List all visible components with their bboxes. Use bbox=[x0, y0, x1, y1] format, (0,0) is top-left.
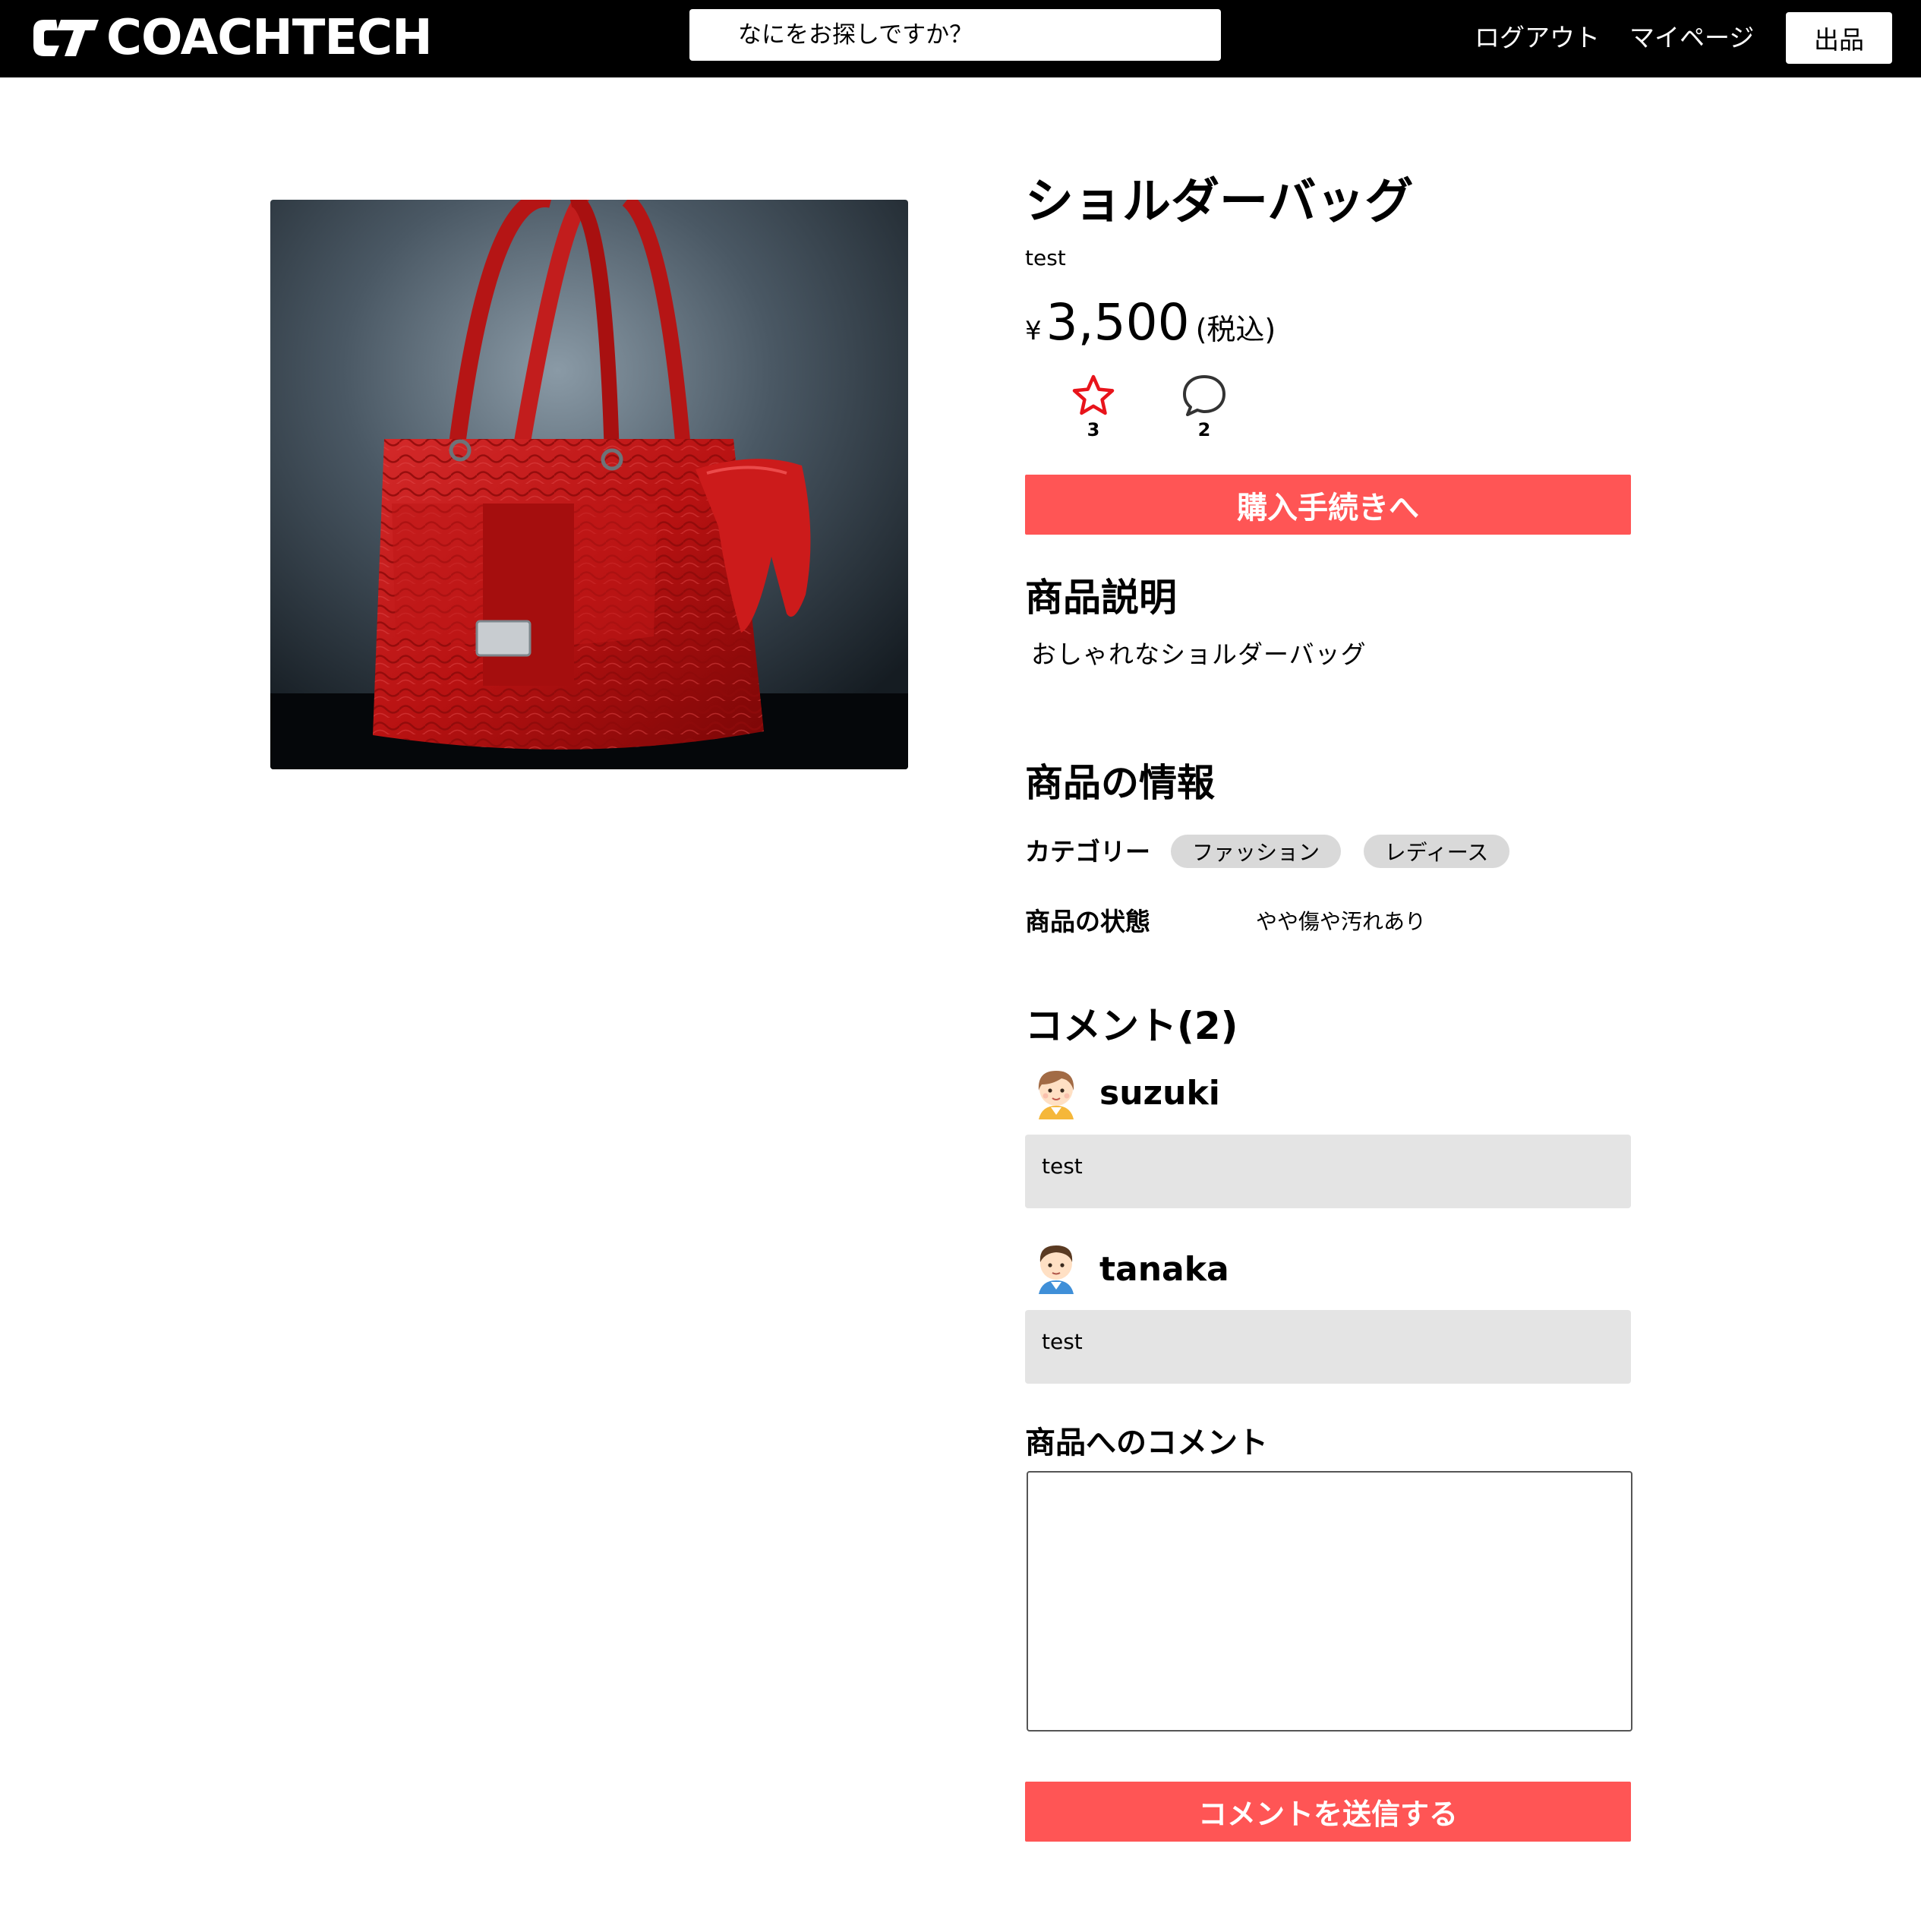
product-title: ショルダーバッグ bbox=[1025, 174, 1414, 230]
sell-button[interactable]: 出品 bbox=[1786, 12, 1892, 64]
logo[interactable]: COACHTECH bbox=[32, 10, 433, 66]
logo-text: COACHTECH bbox=[106, 10, 433, 66]
comment-textarea[interactable] bbox=[1027, 1471, 1632, 1732]
star-icon bbox=[1072, 374, 1115, 415]
avatar bbox=[1038, 1071, 1074, 1119]
category-chip: ファッション bbox=[1171, 835, 1341, 868]
info-heading: 商品の情報 bbox=[1025, 761, 1215, 805]
price-currency: ¥ bbox=[1025, 316, 1042, 346]
comment-username: suzuki bbox=[1099, 1074, 1220, 1113]
logo-mark-icon bbox=[33, 20, 99, 56]
product-image bbox=[270, 200, 908, 769]
purchase-button[interactable]: 購入手続きへ bbox=[1025, 475, 1631, 535]
category-chip: レディース bbox=[1364, 835, 1509, 868]
like-button[interactable]: 3 bbox=[1063, 374, 1124, 440]
mypage-link[interactable]: マイページ bbox=[1629, 20, 1754, 56]
comment-body: test bbox=[1025, 1135, 1631, 1208]
category-label: カテゴリー bbox=[1025, 837, 1150, 867]
comment-count-button[interactable]: 2 bbox=[1174, 374, 1235, 440]
condition-value: やや傷や汚れあり bbox=[1256, 909, 1427, 934]
price-tax-label: (税込) bbox=[1195, 313, 1276, 346]
comment-form-label: 商品へのコメント bbox=[1025, 1425, 1268, 1460]
price-value: 3,500 bbox=[1046, 293, 1190, 352]
avatar bbox=[1039, 1245, 1074, 1294]
logout-link[interactable]: ログアウト bbox=[1475, 20, 1600, 56]
condition-label: 商品の状態 bbox=[1025, 907, 1150, 936]
comments-heading: コメント(2) bbox=[1025, 1004, 1238, 1048]
search-input[interactable] bbox=[689, 9, 1221, 61]
header: COACHTECH ログアウト マイページ 出品 bbox=[0, 0, 1921, 77]
description-text: おしゃれなショルダーバッグ bbox=[1031, 639, 1367, 669]
comment-count: 2 bbox=[1197, 419, 1211, 440]
submit-comment-button[interactable]: コメントを送信する bbox=[1025, 1782, 1631, 1842]
comment-body: test bbox=[1025, 1310, 1631, 1384]
brand-name: test bbox=[1025, 245, 1066, 270]
description-heading: 商品説明 bbox=[1025, 576, 1177, 620]
price: ¥ 3,500 (税込) bbox=[1025, 290, 1276, 355]
speech-bubble-icon bbox=[1183, 375, 1225, 416]
like-count: 3 bbox=[1087, 419, 1100, 440]
comment-username: tanaka bbox=[1099, 1250, 1229, 1289]
